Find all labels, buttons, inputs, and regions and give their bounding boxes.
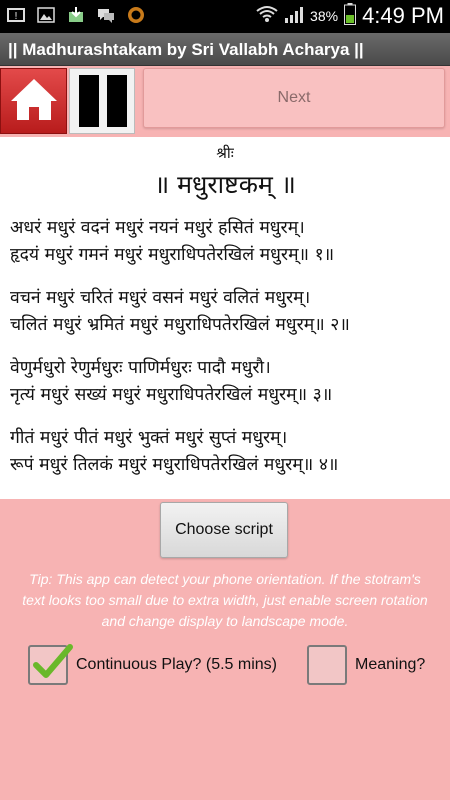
verse-3: वेणुर्मधुरो रेणुर्मधुरः पाणिर्मधुरः पादौ… <box>0 355 450 409</box>
image-icon <box>36 5 56 25</box>
verse-line: रूपं मधुरं तिलकं मधुरं मधुराधिपतेरखिलं म… <box>10 455 339 475</box>
verse-line: गीतं मधुरं पीतं मधुरं भुक्तं मधुरं सुप्त… <box>10 428 288 448</box>
continuous-play-label: Continuous Play? (5.5 mins) <box>76 656 277 673</box>
verse-line: वेणुर्मधुरो रेणुर्मधुरः पाणिर्मधुरः पादौ… <box>10 358 271 378</box>
stotram-heading: ॥ मधुराष्टकम् ॥ <box>154 170 296 199</box>
download-icon <box>66 5 86 25</box>
clock: 4:49 PM <box>362 3 444 28</box>
shri-text: श्रीः <box>216 144 234 162</box>
next-button[interactable]: Next <box>143 68 445 128</box>
toolbar: Next <box>0 66 450 136</box>
notification-icon: ! <box>6 5 26 25</box>
verse-line: हृदयं मधुरं गमनं मधुरं मधुराधिपतेरखिलं म… <box>10 245 335 265</box>
meaning-option[interactable]: Meaning? <box>307 645 425 685</box>
continuous-play-option[interactable]: Continuous Play? (5.5 mins) <box>28 644 277 685</box>
verse-1: अधरं मधुरं वदनं मधुरं नयनं मधुरं हसितं म… <box>0 215 450 269</box>
chat-icon <box>96 5 116 25</box>
verse-line: चलितं मधुरं भ्रमितं मधुरं मधुराधिपतेरखिल… <box>10 315 350 335</box>
app-title: || Madhurashtakam by Sri Vallabh Acharya… <box>0 33 450 66</box>
signal-icon <box>284 5 304 27</box>
battery-percent: 38% <box>310 8 339 24</box>
svg-text:!: ! <box>14 11 18 22</box>
verse-line: नृत्यं मधुरं सख्यं मधुरं मधुराधिपतेरखिलं… <box>10 385 333 405</box>
meaning-checkbox[interactable] <box>307 645 347 685</box>
meaning-label: Meaning? <box>355 656 426 673</box>
battery-icon <box>344 3 357 29</box>
pause-button[interactable] <box>69 68 135 134</box>
home-button[interactable] <box>0 68 67 134</box>
tip-text: Tip: This app can detect your phone orie… <box>22 571 428 629</box>
status-bar: ! 38% 4:49 PM <box>0 0 450 33</box>
checkmark-icon <box>30 641 74 689</box>
notification-icons: ! <box>6 5 146 25</box>
wifi-icon <box>256 5 278 27</box>
stotram-content: श्रीः ॥ मधुराष्टकम् ॥ अधरं मधुरं वदनं मध… <box>0 137 450 499</box>
continuous-play-checkbox[interactable] <box>28 644 73 685</box>
status-right: 38% 4:49 PM <box>256 2 444 30</box>
verse-line: वचनं मधुरं चरितं मधुरं वसनं मधुरं वलितं … <box>10 288 311 308</box>
home-icon <box>9 76 59 126</box>
verse-2: वचनं मधुरं चरितं मधुरं वसनं मधुरं वलितं … <box>0 285 450 339</box>
verse-4: गीतं मधुरं पीतं मधुरं भुक्तं मधुरं सुप्त… <box>0 425 450 479</box>
choose-script-button[interactable]: Choose script <box>160 502 288 558</box>
circle-app-icon <box>126 5 146 25</box>
verse-line: अधरं मधुरं वदनं मधुरं नयनं मधुरं हसितं म… <box>10 218 305 238</box>
